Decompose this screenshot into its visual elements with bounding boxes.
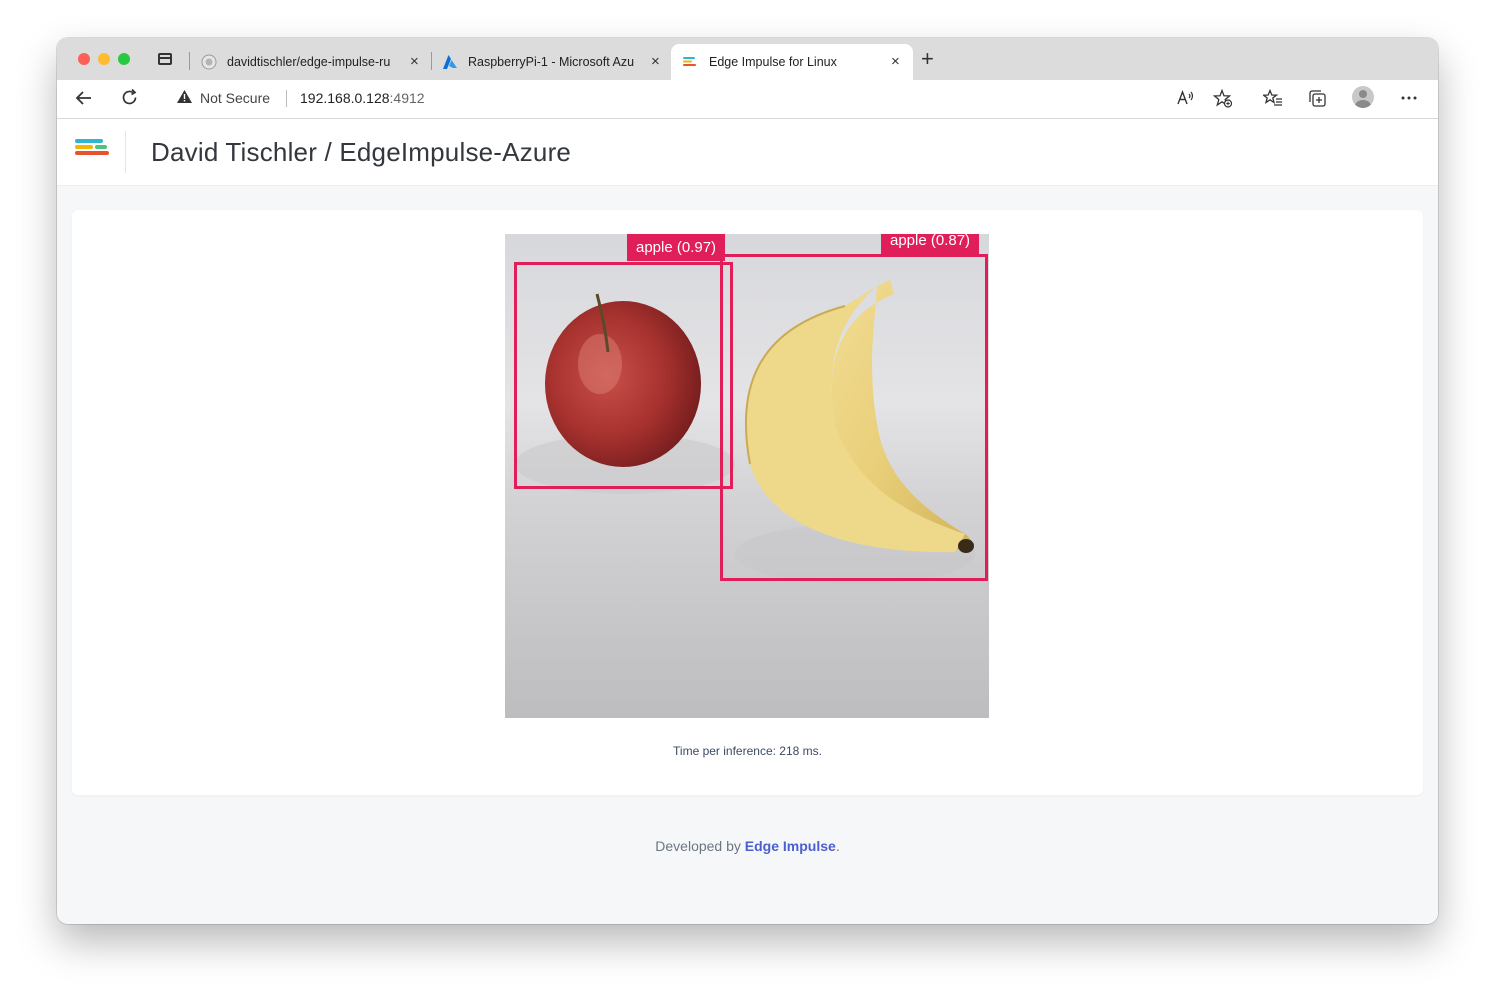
inference-time: Time per inference: 218 ms. bbox=[673, 744, 822, 758]
github-icon bbox=[201, 54, 217, 70]
detection-box-apple-2 bbox=[720, 254, 988, 581]
tab-label: RaspberryPi-1 - Microsoft Azu bbox=[468, 55, 635, 69]
tab-close-button[interactable]: × bbox=[410, 53, 419, 70]
detection-label: apple (0.97) bbox=[627, 234, 726, 261]
page-content: David Tischler / EdgeImpulse-Azure apple… bbox=[57, 119, 1438, 924]
tab-actions-icon[interactable] bbox=[158, 53, 172, 65]
url-host: 192.168.0.128 bbox=[300, 90, 390, 106]
tab-label: Edge Impulse for Linux bbox=[709, 55, 837, 69]
reload-icon[interactable] bbox=[120, 88, 139, 107]
tab-bar: davidtischler/edge-impulse-ru × Raspberr… bbox=[57, 38, 1438, 80]
tab-label: davidtischler/edge-impulse-ru bbox=[227, 55, 391, 69]
footer-suffix: . bbox=[835, 838, 840, 854]
tab-azure[interactable]: RaspberryPi-1 - Microsoft Azu × bbox=[437, 44, 669, 80]
close-window-button[interactable] bbox=[78, 53, 90, 65]
browser-window: davidtischler/edge-impulse-ru × Raspberr… bbox=[57, 38, 1438, 924]
tab-separator bbox=[431, 52, 432, 70]
edge-impulse-icon bbox=[683, 57, 696, 66]
footer-prefix: Developed by bbox=[655, 838, 745, 854]
url-port: :4912 bbox=[389, 90, 425, 106]
more-options-icon[interactable] bbox=[1401, 96, 1417, 100]
tab-separator bbox=[189, 52, 190, 70]
maximize-window-button[interactable] bbox=[118, 53, 130, 65]
url-separator bbox=[286, 90, 287, 107]
address-toolbar: Not Secure 192.168.0.128:4912 bbox=[57, 80, 1438, 119]
new-tab-button[interactable]: + bbox=[921, 48, 934, 70]
inference-card: apple (0.97) apple (0.87) Time per infer… bbox=[72, 210, 1423, 795]
minimize-window-button[interactable] bbox=[98, 53, 110, 65]
header-divider bbox=[125, 131, 126, 173]
app-header: David Tischler / EdgeImpulse-Azure bbox=[57, 119, 1438, 186]
back-arrow-icon[interactable] bbox=[75, 89, 93, 107]
detection-label: apple (0.87) bbox=[881, 234, 980, 254]
detection-box-apple-1 bbox=[514, 262, 733, 489]
add-favorite-icon[interactable] bbox=[1213, 89, 1233, 108]
favorites-icon[interactable] bbox=[1263, 89, 1283, 107]
tab-github[interactable]: davidtischler/edge-impulse-ru × bbox=[195, 44, 431, 80]
tab-close-button[interactable]: × bbox=[651, 53, 660, 70]
address-bar[interactable]: Not Secure 192.168.0.128:4912 bbox=[158, 83, 1244, 113]
azure-icon bbox=[443, 55, 457, 69]
tab-edge-impulse[interactable]: Edge Impulse for Linux × bbox=[671, 44, 913, 80]
tab-close-button[interactable]: × bbox=[891, 53, 900, 70]
edge-impulse-link[interactable]: Edge Impulse bbox=[745, 838, 836, 854]
warning-icon bbox=[177, 90, 192, 103]
read-aloud-icon[interactable] bbox=[1177, 90, 1195, 106]
page-title: David Tischler / EdgeImpulse-Azure bbox=[151, 137, 572, 167]
profile-avatar[interactable] bbox=[1352, 86, 1374, 108]
edge-impulse-logo[interactable] bbox=[75, 139, 109, 163]
camera-feed: apple (0.97) apple (0.87) bbox=[505, 234, 989, 718]
security-label[interactable]: Not Secure bbox=[200, 90, 270, 106]
collections-icon[interactable] bbox=[1308, 89, 1327, 108]
footer: Developed by Edge Impulse. bbox=[57, 838, 1438, 854]
url-text[interactable]: 192.168.0.128:4912 bbox=[300, 90, 425, 106]
